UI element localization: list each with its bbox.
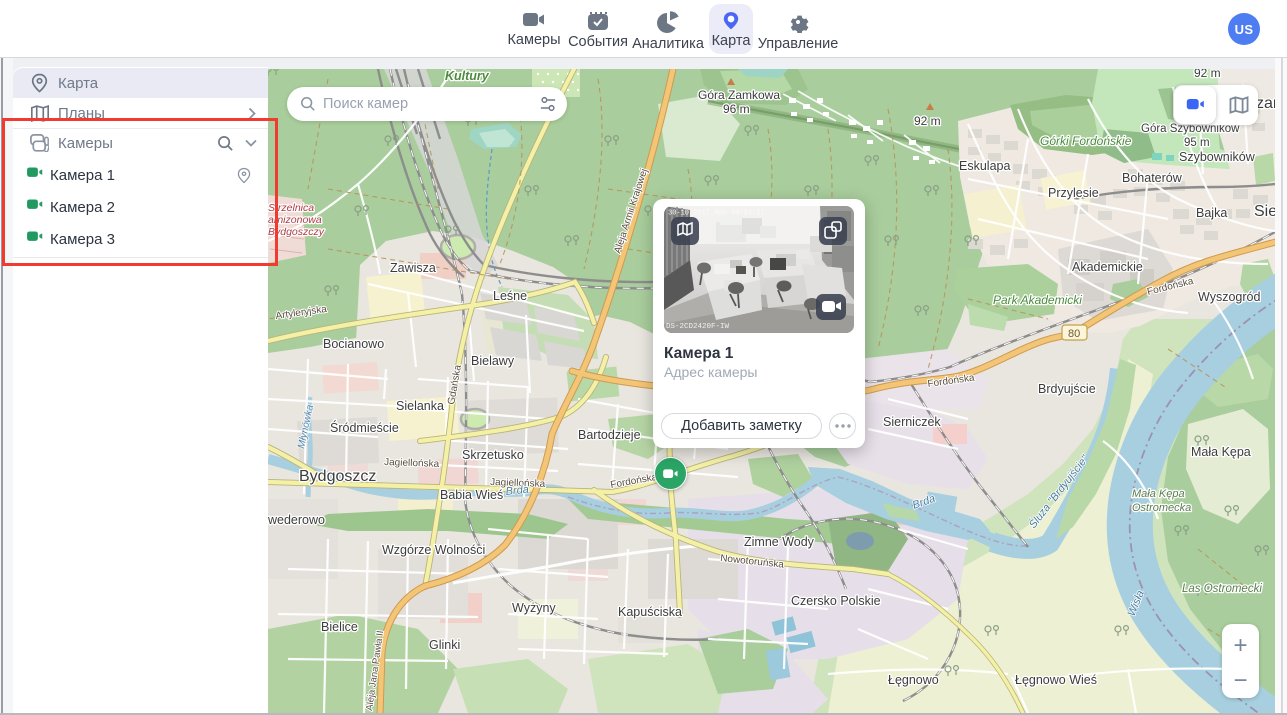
svg-text:Bohaterów: Bohaterów [1122, 171, 1183, 185]
svg-text:Brda: Brda [505, 484, 529, 498]
svg-text:Przylesie: Przylesie [1048, 186, 1099, 200]
svg-text:Ostromecka: Ostromecka [1132, 502, 1191, 514]
svg-text:Skrzetusko: Skrzetusko [462, 448, 524, 462]
svg-text:Szybowników: Szybowników [1179, 150, 1256, 164]
svg-text:Kapuściska: Kapuściska [618, 605, 682, 619]
svg-text:Bydgoszcz: Bydgoszcz [299, 468, 376, 485]
svg-text:Sielanka: Sielanka [396, 399, 444, 413]
svg-text:Górki Fordońskie: Górki Fordońskie [1040, 134, 1132, 148]
svg-text:Park Akademicki: Park Akademicki [993, 293, 1082, 307]
svg-text:Glinki: Glinki [429, 638, 460, 652]
svg-text:Sierniczek: Sierniczek [883, 415, 941, 429]
svg-text:Akademickie: Akademickie [1072, 260, 1143, 274]
svg-text:Łęgnowo: Łęgnowo [888, 673, 939, 687]
svg-text:Bielawy: Bielawy [471, 354, 515, 368]
svg-text:DS-2CD2420F-IW: DS-2CD2420F-IW [666, 323, 730, 331]
svg-text:Bartodzieje: Bartodzieje [578, 428, 641, 442]
svg-text:Brdyujście: Brdyujście [1038, 382, 1096, 396]
svg-text:Góra Zamkowa: Góra Zamkowa [698, 88, 780, 102]
svg-text:Siels: Siels [1254, 203, 1275, 220]
svg-text:Wyżyny: Wyżyny [512, 601, 556, 615]
svg-text:wederowo: wederowo [268, 513, 325, 527]
svg-text:92 m: 92 m [914, 114, 941, 128]
svg-text:92 m: 92 m [1194, 69, 1221, 80]
svg-text:Jagiellońska: Jagiellońska [384, 457, 440, 470]
svg-text:30-10-2017 Mon 04:54:21: 30-10-2017 Mon 04:54:21 [668, 210, 765, 218]
svg-text:96 m: 96 m [723, 102, 750, 116]
svg-text:Śródmieście: Śródmieście [330, 420, 399, 435]
svg-text:Babia Wieś: Babia Wieś [440, 488, 503, 502]
svg-text:zań: zań [1256, 95, 1275, 112]
svg-text:Kultury: Kultury [445, 69, 490, 83]
svg-text:Wyszogród: Wyszogród [1198, 290, 1260, 304]
svg-text:80: 80 [1068, 328, 1080, 340]
svg-text:Czersko Polskie: Czersko Polskie [791, 594, 881, 608]
svg-text:Leśne: Leśne [493, 289, 527, 303]
svg-text:Mała Kępa: Mała Kępa [1132, 488, 1185, 500]
svg-text:Mała Kępa: Mała Kępa [1191, 445, 1251, 459]
svg-text:95 m: 95 m [1184, 137, 1210, 149]
svg-text:Las Ostromecki: Las Ostromecki [1182, 583, 1262, 595]
svg-text:Eskulapa: Eskulapa [959, 159, 1010, 173]
svg-text:Bielice: Bielice [321, 620, 358, 634]
svg-text:Bajka: Bajka [1196, 206, 1227, 220]
svg-text:Łęgnowo Wieś: Łęgnowo Wieś [1015, 673, 1097, 687]
svg-text:Wzgórze Wolności: Wzgórze Wolności [382, 543, 485, 557]
svg-text:Zawisza: Zawisza [390, 261, 436, 275]
svg-text:Zimne Wody: Zimne Wody [744, 535, 815, 549]
svg-text:Bocianowo: Bocianowo [323, 337, 384, 351]
